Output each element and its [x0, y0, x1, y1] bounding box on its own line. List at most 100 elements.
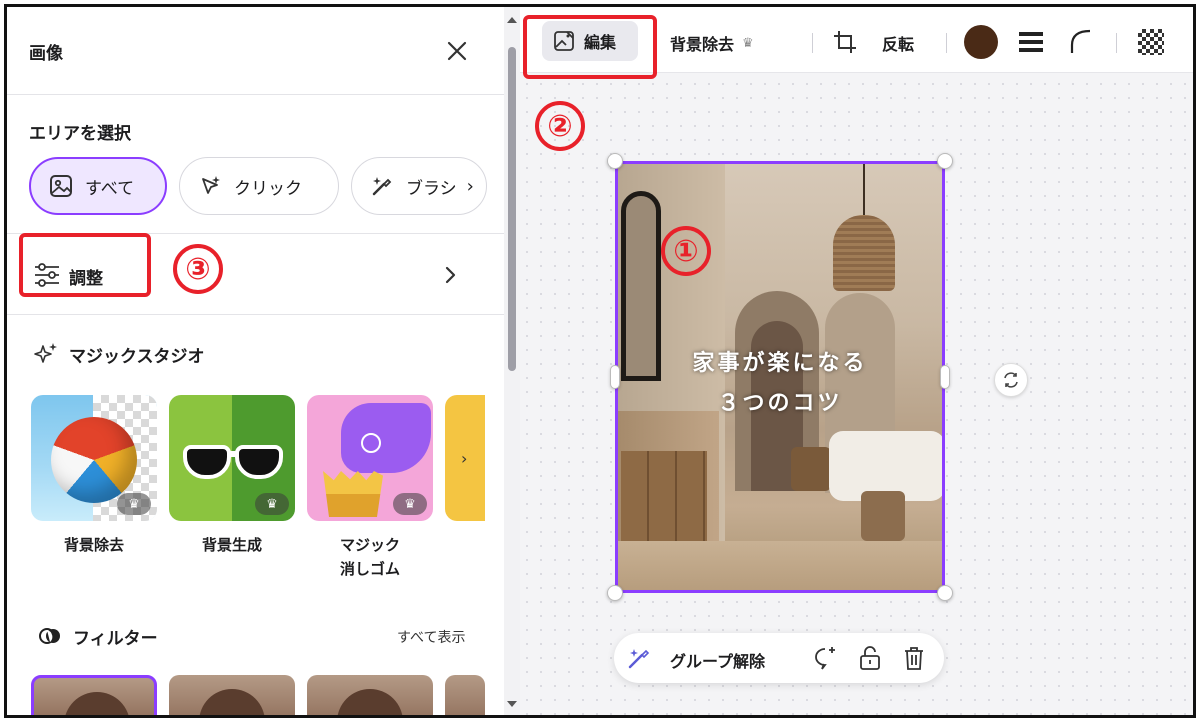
close-icon [447, 41, 467, 61]
border-style-icon[interactable] [1018, 31, 1044, 53]
sunglasses-image [183, 445, 231, 479]
crown-icon: ♛ [255, 493, 289, 515]
annotation-marker-3: ③ [173, 244, 223, 294]
filter-icon [39, 628, 60, 644]
magic-eraser-tile[interactable]: ♛ [307, 395, 433, 521]
beach-ball-image [51, 417, 137, 503]
filter-heading: フィルター [37, 623, 158, 649]
show-all-link[interactable]: すべて表示 [397, 627, 465, 647]
magic-brush-icon [372, 177, 392, 196]
area-chip-all-label: すべて [85, 178, 135, 199]
annotation-marker-2: ② [535, 101, 585, 151]
resize-handle-left[interactable] [610, 365, 620, 389]
crown-icon: ♛ [117, 493, 151, 515]
selected-image[interactable]: 家事が楽になる ３つのコツ [615, 161, 945, 593]
sparkle-cursor-icon [202, 176, 220, 194]
unlock-icon[interactable] [858, 645, 882, 671]
scroll-up-arrow-icon[interactable] [507, 17, 517, 23]
scrollbar-thumb[interactable] [508, 47, 516, 371]
area-section-label: エリアを選択 [29, 124, 131, 144]
panel-title: 画像 [29, 44, 63, 64]
photo-lamp-cord [863, 161, 865, 217]
fries-image [323, 471, 383, 517]
tool-label-line: マジック [339, 536, 400, 554]
filter-thumb[interactable] [31, 675, 157, 715]
rotate-icon [1004, 372, 1018, 388]
area-chip-click[interactable]: クリック [179, 157, 339, 215]
magic-edit-icon[interactable] [626, 645, 652, 671]
magic-studio-heading: マジックスタジオ [33, 341, 205, 367]
filter-thumb[interactable] [307, 675, 433, 715]
floating-toolbar: グループ解除 [614, 633, 944, 683]
image-caption-line2: ３つのコツ [717, 391, 843, 416]
resize-handle-top-right[interactable] [937, 153, 953, 169]
area-chip-brush[interactable]: ブラシ › [351, 157, 487, 215]
divider [7, 314, 504, 315]
sliders-icon [35, 263, 59, 287]
sunglasses-image [235, 445, 283, 479]
adjust-row[interactable]: 調整 [7, 234, 504, 314]
photo-basket [791, 447, 831, 491]
area-chip-brush-label: ブラシ [406, 178, 457, 199]
eraser-cursor [361, 433, 381, 453]
toolbar-separator [1116, 33, 1117, 53]
tool-label-line: 消しゴム [339, 560, 400, 578]
trash-icon[interactable] [902, 645, 926, 671]
purple-shape [341, 403, 431, 473]
resize-handle-right[interactable] [940, 365, 950, 389]
tool-label: 背景生成 [201, 536, 262, 554]
ungroup-button[interactable]: グループ解除 [670, 648, 765, 672]
crown-icon: ♛ [742, 35, 754, 51]
comment-add-icon[interactable] [812, 645, 838, 671]
resize-handle-bottom-right[interactable] [937, 585, 953, 601]
resize-handle-top-left[interactable] [607, 153, 623, 169]
edit-label: 編集 [584, 33, 617, 52]
resize-handle-bottom-left[interactable] [607, 585, 623, 601]
color-swatch[interactable] [964, 25, 998, 59]
image-edit-icon [554, 31, 574, 51]
chevron-right-icon: › [461, 449, 468, 468]
magic-studio-label: マジックスタジオ [69, 346, 205, 367]
toolbar-separator [946, 33, 947, 53]
thumb-arch [337, 689, 403, 715]
edit-button[interactable]: 編集 [542, 21, 638, 61]
screenshot-frame: 画像 エリアを選択 すべて クリック ブラシ › 調整 マジックスタジオ ♛ ♛… [4, 4, 1196, 718]
scroll-down-arrow-icon[interactable] [507, 701, 517, 707]
sparkles-icon [34, 343, 57, 363]
filter-thumb[interactable] [445, 675, 485, 715]
filter-label: フィルター [73, 628, 158, 649]
design-canvas[interactable]: 編集 背景除去 ♛ 反転 家事が楽になる ３つのコツ グループ解除 [520, 7, 1193, 715]
area-chip-all[interactable]: すべて [29, 157, 167, 215]
image-edit-panel: 画像 エリアを選択 すべて クリック ブラシ › 調整 マジックスタジオ ♛ ♛… [7, 7, 504, 715]
photo-floor [615, 541, 945, 593]
filter-thumb[interactable] [169, 675, 295, 715]
corner-rounding-icon[interactable] [1068, 27, 1094, 55]
crown-icon: ♛ [393, 493, 427, 515]
context-toolbar: 編集 背景除去 ♛ 反転 [520, 7, 1193, 73]
tool-label: マジック 消しゴム [307, 533, 433, 581]
bg-remover-tile[interactable]: ♛ [31, 395, 157, 521]
bg-generator-tile[interactable]: ♛ [169, 395, 295, 521]
panel-header: 画像 [7, 7, 504, 95]
rotate-button[interactable] [994, 363, 1028, 397]
thumb-arch [64, 692, 130, 715]
toolbar-separator [812, 33, 813, 53]
chevron-right-icon: › [466, 175, 474, 197]
tool-label: 背景除去 [63, 536, 124, 554]
next-tools-tile[interactable]: › [445, 395, 485, 521]
area-chip-click-label: クリック [234, 178, 302, 199]
close-button[interactable] [443, 37, 471, 65]
annotation-marker-1: ① [661, 226, 711, 276]
photo-pendant-lamp [833, 215, 895, 291]
chevron-right-icon [445, 266, 456, 284]
flip-button[interactable]: 反転 [882, 31, 914, 55]
bg-remove-label: 背景除去 [670, 35, 735, 54]
transparency-icon[interactable] [1138, 29, 1164, 55]
photo-stool [861, 491, 905, 541]
thumb-arch [199, 689, 265, 715]
adjust-label: 調整 [69, 269, 103, 289]
image-caption-line1: 家事が楽になる [692, 351, 868, 376]
crop-icon[interactable] [832, 29, 858, 55]
bg-remove-button[interactable]: 背景除去 ♛ [670, 31, 754, 55]
image-icon [50, 175, 72, 197]
